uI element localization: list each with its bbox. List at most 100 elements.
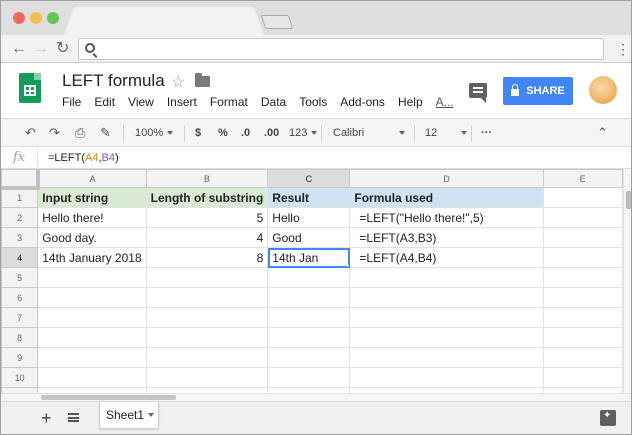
row-header[interactable]: 7 (1, 307, 39, 328)
star-icon[interactable]: ☆ (171, 72, 185, 92)
cell[interactable] (37, 327, 147, 348)
cell[interactable] (349, 327, 544, 348)
row-header[interactable]: 1 (1, 187, 39, 208)
row-header[interactable]: 3 (1, 227, 39, 248)
back-arrow-icon[interactable]: ← (11, 39, 27, 59)
row-header[interactable]: 4 (1, 247, 39, 268)
cell[interactable] (145, 347, 269, 368)
cell[interactable] (145, 267, 269, 288)
row-header[interactable]: 10 (1, 367, 39, 388)
chevron-up-icon[interactable]: ⌃ (597, 126, 608, 140)
cell-c1[interactable]: Result (267, 187, 351, 208)
cell[interactable] (37, 267, 147, 288)
spreadsheet-grid[interactable]: A B C D E 1 Input string Length of subst… (1, 169, 623, 393)
column-header-b[interactable]: B (145, 169, 269, 188)
menu-addons[interactable]: Add-ons (340, 95, 385, 111)
cell[interactable] (145, 287, 269, 308)
cell-a4[interactable]: 14th January 2018 (37, 247, 147, 268)
cell[interactable] (267, 367, 351, 388)
cell[interactable] (267, 307, 351, 328)
menu-help[interactable]: Help (398, 95, 423, 111)
horizontal-scroll-thumb[interactable] (41, 395, 176, 400)
cell[interactable] (542, 347, 623, 368)
more-formats-select[interactable]: 123 (289, 126, 318, 140)
reload-icon[interactable]: ↻ (56, 39, 69, 59)
cell-b3[interactable]: 4 (145, 227, 269, 248)
cell[interactable] (542, 307, 623, 328)
cell[interactable] (145, 327, 269, 348)
maximize-window-icon[interactable] (47, 12, 59, 24)
print-icon[interactable]: ⎙ (75, 126, 85, 140)
cell[interactable] (542, 267, 623, 288)
vertical-scroll-thumb[interactable] (626, 191, 631, 209)
comments-icon[interactable] (469, 83, 487, 103)
cell[interactable] (542, 367, 623, 388)
new-tab-button[interactable] (260, 15, 294, 29)
cell[interactable] (267, 287, 351, 308)
minimize-window-icon[interactable] (30, 12, 42, 24)
cell-b1[interactable]: Length of substring (145, 187, 269, 208)
font-family-select[interactable]: Calibri (333, 126, 405, 140)
percent-format-button[interactable]: % (218, 126, 228, 140)
redo-icon[interactable]: ↷ (49, 126, 60, 140)
cell[interactable] (145, 367, 269, 388)
more-tools-button[interactable]: ··· (481, 126, 492, 140)
increase-decimals-button[interactable]: .00 (264, 126, 279, 140)
cell-d4[interactable]: =LEFT(A4,B4) (349, 247, 544, 268)
cell-e2[interactable] (542, 207, 623, 228)
cell[interactable] (267, 347, 351, 368)
font-size-select[interactable]: 12 (425, 126, 467, 140)
cell[interactable] (37, 347, 147, 368)
paint-format-icon[interactable]: ✎ (100, 126, 111, 140)
forward-arrow-icon[interactable]: → (33, 39, 49, 59)
cell-b2[interactable]: 5 (145, 207, 269, 228)
menu-data[interactable]: Data (261, 95, 286, 111)
menu-format[interactable]: Format (210, 95, 248, 111)
menu-last-edit[interactable]: A... (436, 95, 454, 111)
vertical-scrollbar[interactable] (623, 169, 631, 393)
zoom-select[interactable]: 100% (135, 126, 174, 140)
menu-view[interactable]: View (128, 95, 154, 111)
row-header[interactable]: 2 (1, 207, 39, 228)
share-button[interactable]: SHARE (503, 77, 573, 105)
cell[interactable] (349, 267, 544, 288)
column-header-e[interactable]: E (542, 169, 623, 188)
cell-d3[interactable]: =LEFT(A3,B3) (349, 227, 544, 248)
cell[interactable] (267, 267, 351, 288)
cell[interactable] (267, 327, 351, 348)
chevron-down-icon[interactable] (148, 413, 155, 417)
cell-a1[interactable]: Input string (37, 187, 147, 208)
folder-icon[interactable] (195, 73, 210, 87)
menu-file[interactable]: File (62, 95, 81, 111)
cell-e1[interactable] (542, 187, 623, 208)
cell-c2[interactable]: Hello (267, 207, 351, 228)
cell-c4-active[interactable]: 14th Jan (267, 247, 351, 268)
fill-handle[interactable] (347, 265, 349, 267)
currency-format-button[interactable]: $ (195, 126, 201, 140)
menu-insert[interactable]: Insert (167, 95, 197, 111)
cell-b4[interactable]: 8 (145, 247, 269, 268)
add-sheet-button[interactable]: + (41, 408, 52, 428)
cell-a2[interactable]: Hello there! (37, 207, 147, 228)
decrease-decimals-button[interactable]: .0 (241, 126, 250, 140)
menu-edit[interactable]: Edit (94, 95, 115, 111)
row-header[interactable]: 5 (1, 267, 39, 288)
address-bar[interactable] (78, 38, 604, 60)
cell[interactable] (349, 367, 544, 388)
select-all-corner[interactable] (1, 169, 40, 190)
cell-e4[interactable] (542, 247, 623, 268)
row-header[interactable]: 6 (1, 287, 39, 308)
undo-icon[interactable]: ↶ (25, 126, 36, 140)
cell[interactable] (37, 367, 147, 388)
row-header[interactable]: 9 (1, 347, 39, 368)
column-header-a[interactable]: A (37, 169, 147, 188)
sheets-logo-icon[interactable] (19, 73, 41, 103)
horizontal-scrollbar[interactable] (1, 393, 631, 401)
row-header[interactable]: 8 (1, 327, 39, 348)
cell[interactable] (349, 287, 544, 308)
cell[interactable] (37, 307, 147, 328)
doc-title[interactable]: LEFT formula (62, 71, 165, 91)
column-header-c[interactable]: C (267, 169, 351, 188)
browser-menu-icon[interactable]: ⋮ (616, 40, 630, 58)
close-window-icon[interactable] (13, 12, 25, 24)
